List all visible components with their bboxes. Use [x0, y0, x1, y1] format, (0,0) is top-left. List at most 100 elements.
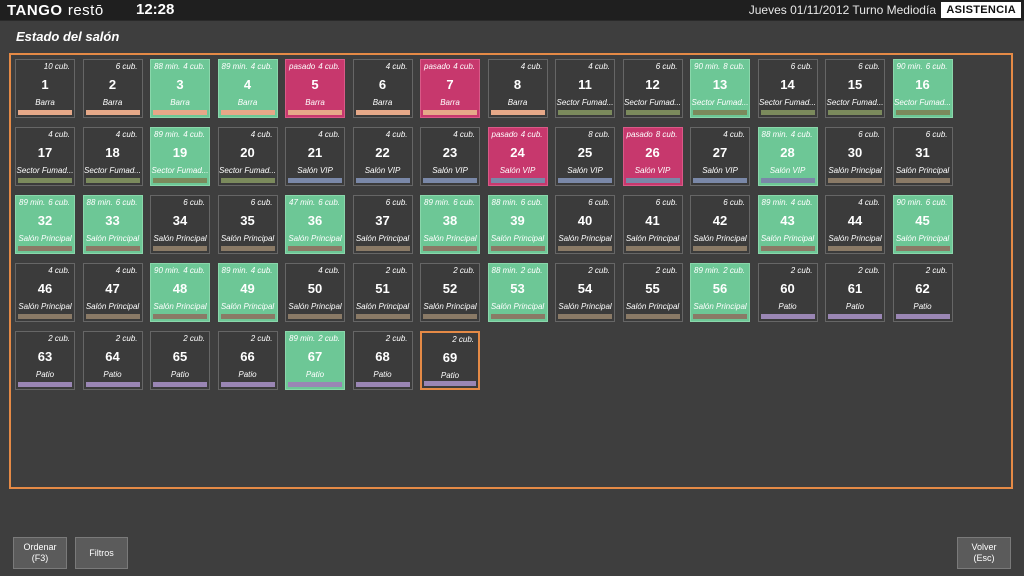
table-tile[interactable]: 6 cub. 42 Salón Principal	[690, 195, 750, 254]
table-tile[interactable]: 4 cub. 8 Barra	[487, 59, 548, 118]
zone-color-bar	[18, 382, 72, 387]
table-time: 89 min.	[221, 266, 248, 275]
table-tile[interactable]: pasado 4 cub. 24 Salón VIP	[487, 127, 548, 186]
filtros-button[interactable]: Filtros	[75, 537, 128, 569]
table-zone: Patio	[103, 370, 122, 379]
table-tile[interactable]: 88 min. 4 cub. 28 Salón VIP	[757, 127, 818, 186]
table-tile[interactable]: pasado 4 cub. 5 Barra	[285, 59, 345, 118]
table-tile[interactable]: 2 cub. 65 Patio	[150, 331, 210, 390]
table-tile[interactable]: 90 min. 8 cub. 13 Sector Fumad...	[690, 59, 750, 118]
table-tile[interactable]: 47 min. 6 cub. 36 Salón Principal	[285, 195, 345, 254]
table-tile[interactable]: 4 cub. 27 Salón VIP	[690, 127, 750, 186]
table-tile[interactable]: 2 cub. 62 Patio	[892, 263, 953, 322]
table-tile[interactable]: 4 cub. 46 Salón Principal	[15, 263, 75, 322]
table-tile[interactable]: 89 min. 2 cub. 67 Patio	[285, 331, 345, 390]
table-tile[interactable]: 6 cub. 41 Salón Principal	[622, 195, 683, 254]
table-number: 38	[442, 213, 458, 228]
table-tile[interactable]: 8 cub. 25 Salón VIP	[555, 127, 615, 186]
table-tile[interactable]: 6 cub. 35 Salón Principal	[217, 195, 278, 254]
table-number: 17	[37, 145, 53, 160]
table-tile[interactable]: 4 cub. 6 Barra	[352, 59, 413, 118]
table-tile[interactable]: 89 min. 4 cub. 19 Sector Fumad...	[150, 127, 210, 186]
table-number: 26	[645, 145, 660, 160]
table-tile[interactable]: 10 cub. 1 Barra	[15, 59, 75, 118]
table-tile[interactable]: 4 cub. 50 Salón Principal	[285, 263, 345, 322]
table-tile[interactable]: 89 min. 4 cub. 49 Salón Principal	[217, 263, 278, 322]
volver-shortcut: (Esc)	[973, 553, 995, 563]
table-tile[interactable]: 2 cub. 66 Patio	[217, 331, 278, 390]
table-number: 4	[243, 77, 252, 92]
table-tile[interactable]: 4 cub. 44 Salón Principal	[825, 195, 885, 254]
table-number: 51	[375, 281, 390, 296]
table-number: 61	[847, 281, 863, 296]
table-tile[interactable]: 88 min. 6 cub. 39 Salón Principal	[487, 195, 548, 254]
zone-color-bar	[625, 246, 680, 251]
table-zone: Salón VIP	[769, 166, 806, 175]
table-tile[interactable]: 6 cub. 12 Sector Fumad...	[622, 59, 683, 118]
table-tile[interactable]: pasado 8 cub. 26 Salón VIP	[622, 127, 683, 186]
table-tile[interactable]: 6 cub. 37 Salón Principal	[352, 195, 413, 254]
table-zone: Salón VIP	[634, 166, 671, 175]
table-tile[interactable]: 4 cub. 20 Sector Fumad...	[217, 127, 278, 186]
table-tile[interactable]: 4 cub. 23 Salón VIP	[420, 127, 480, 186]
table-tile[interactable]: 6 cub. 30 Salón Principal	[825, 127, 885, 186]
table-tile[interactable]: 2 cub. 61 Patio	[825, 263, 885, 322]
table-covers: 6 cub.	[655, 62, 678, 71]
ordenar-button[interactable]: Ordenar (F3)	[13, 537, 67, 569]
table-tile[interactable]: 2 cub. 69 Patio	[420, 331, 480, 390]
table-tile[interactable]: 2 cub. 60 Patio	[757, 263, 818, 322]
table-tile[interactable]: pasado 4 cub. 7 Barra	[420, 59, 480, 118]
table-tile[interactable]: 88 min. 6 cub. 33 Salón Principal	[82, 195, 143, 254]
zone-color-bar	[220, 314, 275, 319]
table-tile[interactable]: 88 min. 4 cub. 3 Barra	[150, 59, 210, 118]
table-number: 30	[847, 145, 863, 160]
zone-color-bar	[895, 246, 950, 251]
table-tile[interactable]: 4 cub. 18 Sector Fumad...	[82, 127, 143, 186]
table-tile[interactable]: 6 cub. 15 Sector Fumad...	[825, 59, 885, 118]
table-tile[interactable]: 2 cub. 68 Patio	[352, 331, 413, 390]
table-tile[interactable]: 4 cub. 47 Salón Principal	[82, 263, 143, 322]
table-tile[interactable]: 89 min. 6 cub. 38 Salón Principal	[420, 195, 480, 254]
table-covers: 2 cub.	[48, 334, 70, 343]
volver-button[interactable]: Volver (Esc)	[957, 537, 1011, 569]
table-tile[interactable]: 2 cub. 52 Salón Principal	[420, 263, 480, 322]
table-covers: 6 cub.	[655, 198, 678, 207]
table-tile[interactable]: 2 cub. 63 Patio	[15, 331, 75, 390]
zone-color-bar	[558, 110, 612, 115]
table-covers: 4 cub.	[520, 130, 543, 139]
table-tile[interactable]: 6 cub. 31 Salón Principal	[892, 127, 953, 186]
table-number: 8	[513, 77, 522, 92]
table-covers: 2 cub.	[790, 266, 813, 275]
table-tile[interactable]: 6 cub. 2 Barra	[82, 59, 143, 118]
table-tile[interactable]: 89 min. 4 cub. 43 Salón Principal	[757, 195, 818, 254]
filtros-label: Filtros	[89, 547, 114, 558]
mode-badge[interactable]: ASISTENCIA	[941, 2, 1021, 18]
table-tile[interactable]: 4 cub. 21 Salón VIP	[285, 127, 345, 186]
table-tile[interactable]: 6 cub. 14 Sector Fumad...	[757, 59, 818, 118]
table-tile[interactable]: 90 min. 6 cub. 45 Salón Principal	[892, 195, 953, 254]
zone-color-bar	[355, 178, 410, 183]
table-zone: Patio	[913, 302, 932, 311]
table-tile[interactable]: 2 cub. 64 Patio	[82, 331, 143, 390]
table-number: 25	[577, 145, 593, 160]
table-tile[interactable]: 4 cub. 11 Sector Fumad...	[555, 59, 615, 118]
table-tile[interactable]: 4 cub. 22 Salón VIP	[352, 127, 413, 186]
table-tile[interactable]: 6 cub. 34 Salón Principal	[150, 195, 210, 254]
table-tile[interactable]: 90 min. 6 cub. 16 Sector Fumad...	[892, 59, 953, 118]
table-tile[interactable]: 89 min. 2 cub. 56 Salón Principal	[690, 263, 750, 322]
table-time: 88 min.	[154, 62, 181, 71]
table-tile[interactable]: 89 min. 4 cub. 4 Barra	[217, 59, 278, 118]
table-tile[interactable]: 4 cub. 17 Sector Fumad...	[15, 127, 75, 186]
table-tile[interactable]: 2 cub. 55 Salón Principal	[622, 263, 683, 322]
clock: 12:28	[136, 1, 175, 18]
table-covers: 6 cub.	[858, 130, 880, 139]
table-tile[interactable]: 6 cub. 40 Salón Principal	[555, 195, 615, 254]
table-tile[interactable]: 90 min. 4 cub. 48 Salón Principal	[150, 263, 210, 322]
table-number: 53	[510, 281, 525, 296]
table-tile[interactable]: 2 cub. 51 Salón Principal	[352, 263, 413, 322]
table-number: 65	[172, 349, 188, 364]
zone-color-bar	[490, 110, 545, 115]
table-tile[interactable]: 89 min. 6 cub. 32 Salón Principal	[15, 195, 75, 254]
table-tile[interactable]: 88 min. 2 cub. 53 Salón Principal	[487, 263, 548, 322]
table-tile[interactable]: 2 cub. 54 Salón Principal	[555, 263, 615, 322]
